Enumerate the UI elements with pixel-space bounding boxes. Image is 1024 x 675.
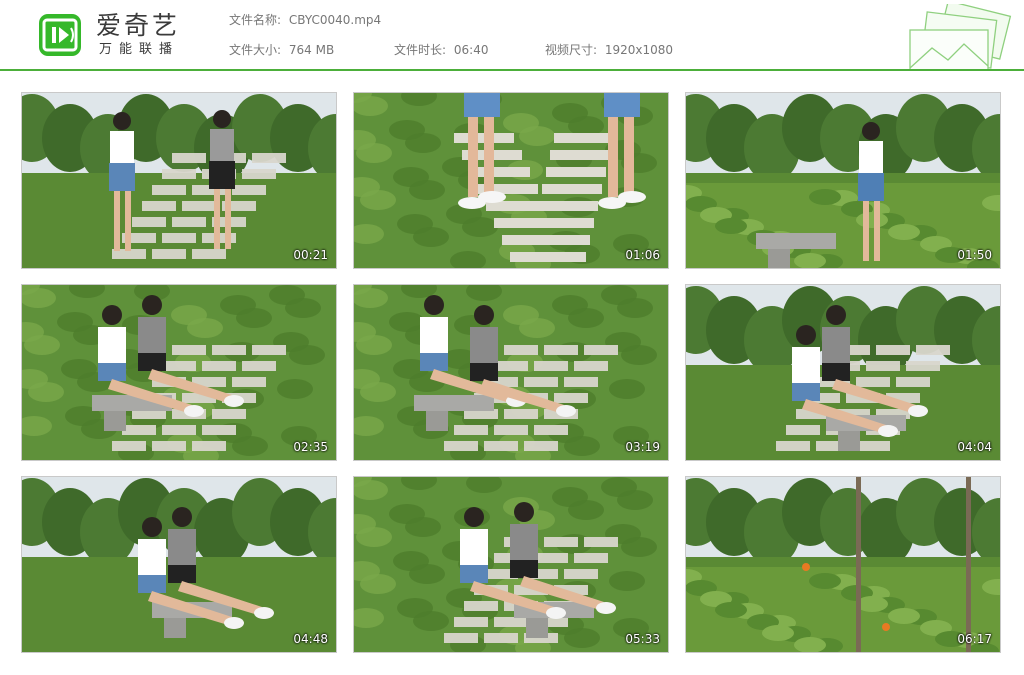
thumbnail-frame-image [686,285,1000,460]
video-thumbnail[interactable]: 02:35 [21,284,337,461]
brand-subtitle: 万能联播 [99,42,180,57]
thumbnail-timestamp: 00:21 [293,248,328,262]
video-dimensions-value: 1920x1080 [604,43,674,57]
thumbnail-timestamp: 05:33 [625,632,660,646]
video-dimensions-row: 视频尺寸: 1920x1080 [545,43,673,57]
thumbnail-timestamp: 03:19 [625,440,660,454]
header: 爱奇艺 万能联播 文件名称: CBYC0040.mp4 文件大小: 764 MB… [0,0,1024,71]
thumbnail-frame-image [22,285,336,460]
iqiyi-logo-icon [39,14,81,56]
video-dimensions-label: 视频尺寸: [545,43,598,57]
thumbnail-frame-image [686,477,1000,652]
video-thumbnail[interactable]: 00:21 [21,92,337,269]
thumbnail-timestamp: 02:35 [293,440,328,454]
thumbnail-frame-image [22,93,336,268]
file-size-value: 764 MB [288,43,335,57]
video-thumbnail[interactable]: 01:50 [685,92,1001,269]
video-thumbnail[interactable]: 06:17 [685,476,1001,653]
thumbnail-timestamp: 06:17 [957,632,992,646]
file-size-row: 文件大小: 764 MB [229,43,334,57]
thumbnail-timestamp: 01:50 [957,248,992,262]
video-thumbnail[interactable]: 01:06 [353,92,669,269]
file-duration-row: 文件时长: 06:40 [394,43,488,57]
file-name-value: CBYC0040.mp4 [288,13,382,27]
file-duration-label: 文件时长: [394,43,447,57]
thumbnail-frame-image [354,93,668,268]
video-thumbnail[interactable]: 04:48 [21,476,337,653]
thumbnail-frame-image [686,93,1000,268]
file-name-row: 文件名称: CBYC0040.mp4 [229,13,381,27]
brand-title: 爱奇艺 [96,11,181,40]
thumbnail-frame-image [354,285,668,460]
file-name-label: 文件名称: [229,13,282,27]
header-divider [0,69,1024,71]
film-photo-decoration-icon [909,4,1012,70]
thumbnail-timestamp: 04:04 [957,440,992,454]
file-duration-value: 06:40 [453,43,489,57]
video-thumbnail[interactable]: 03:19 [353,284,669,461]
video-thumbnail[interactable]: 05:33 [353,476,669,653]
video-thumbnail[interactable]: 04:04 [685,284,1001,461]
thumbnail-timestamp: 04:48 [293,632,328,646]
thumbnail-frame-image [354,477,668,652]
thumbnail-timestamp: 01:06 [625,248,660,262]
thumbnail-frame-image [22,477,336,652]
file-size-label: 文件大小: [229,43,282,57]
